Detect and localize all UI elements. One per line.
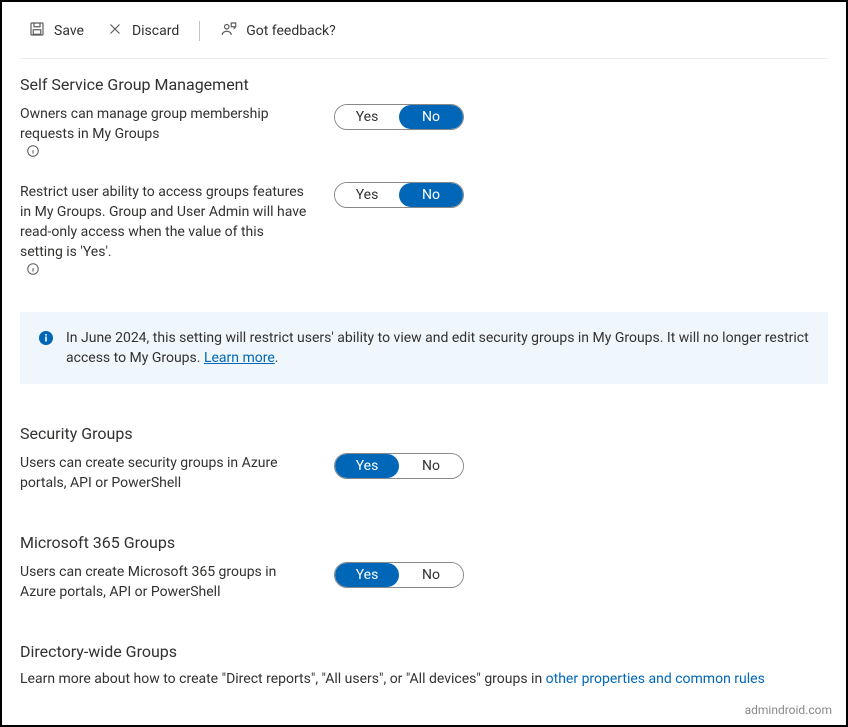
info-banner: In June 2024, this setting will restrict… [20, 312, 828, 384]
toggle-create-security-groups[interactable]: Yes No [334, 453, 464, 479]
setting-label-create-security-groups: Users can create security groups in Azur… [20, 453, 310, 493]
toggle-option-yes[interactable]: Yes [335, 454, 399, 478]
toggle-option-no[interactable]: No [399, 183, 463, 207]
toggle-option-yes[interactable]: Yes [335, 105, 399, 129]
feedback-button[interactable]: Got feedback? [212, 16, 344, 46]
info-banner-tail: . [275, 350, 279, 366]
command-bar: Save Discard Got feedback? [20, 12, 828, 59]
directory-groups-link[interactable]: other properties and common rules [546, 671, 765, 687]
setting-row-restrict-access: Restrict user ability to access groups f… [20, 182, 828, 276]
section-title-security-groups: Security Groups [20, 424, 828, 443]
close-icon [106, 20, 124, 42]
directory-groups-lead: Learn more about how to create "Direct r… [20, 671, 546, 687]
person-feedback-icon [220, 20, 238, 42]
feedback-label: Got feedback? [246, 22, 336, 40]
toggle-restrict-access[interactable]: Yes No [334, 182, 464, 208]
setting-row-create-security-groups: Users can create security groups in Azur… [20, 453, 828, 493]
info-icon[interactable] [26, 262, 40, 276]
toggle-create-m365-groups[interactable]: Yes No [334, 562, 464, 588]
toggle-option-no[interactable]: No [399, 105, 463, 129]
info-icon[interactable] [26, 144, 40, 158]
section-title-self-service: Self Service Group Management [20, 75, 828, 94]
toggle-option-no[interactable]: No [399, 454, 463, 478]
info-filled-icon [38, 330, 54, 346]
save-label: Save [54, 22, 84, 40]
learn-more-link[interactable]: Learn more [204, 350, 275, 366]
toggle-option-yes[interactable]: Yes [335, 563, 399, 587]
save-button[interactable]: Save [20, 16, 92, 46]
toggle-option-yes[interactable]: Yes [335, 183, 399, 207]
setting-label-owners-manage: Owners can manage group membership reque… [20, 104, 310, 144]
section-title-directory-groups: Directory-wide Groups [20, 642, 828, 661]
setting-label-restrict-access: Restrict user ability to access groups f… [20, 182, 310, 262]
toggle-option-no[interactable]: No [399, 563, 463, 587]
setting-label-create-m365-groups: Users can create Microsoft 365 groups in… [20, 562, 310, 602]
discard-button[interactable]: Discard [98, 16, 187, 46]
info-banner-text: In June 2024, this setting will restrict… [66, 330, 809, 366]
watermark: admindroid.com [745, 703, 832, 717]
setting-row-create-m365-groups: Users can create Microsoft 365 groups in… [20, 562, 828, 602]
toggle-owners-manage[interactable]: Yes No [334, 104, 464, 130]
directory-groups-text: Learn more about how to create "Direct r… [20, 671, 828, 687]
save-icon [28, 20, 46, 42]
toolbar-separator [199, 21, 200, 41]
section-title-m365-groups: Microsoft 365 Groups [20, 533, 828, 552]
setting-row-owners-manage: Owners can manage group membership reque… [20, 104, 828, 158]
discard-label: Discard [132, 22, 179, 40]
